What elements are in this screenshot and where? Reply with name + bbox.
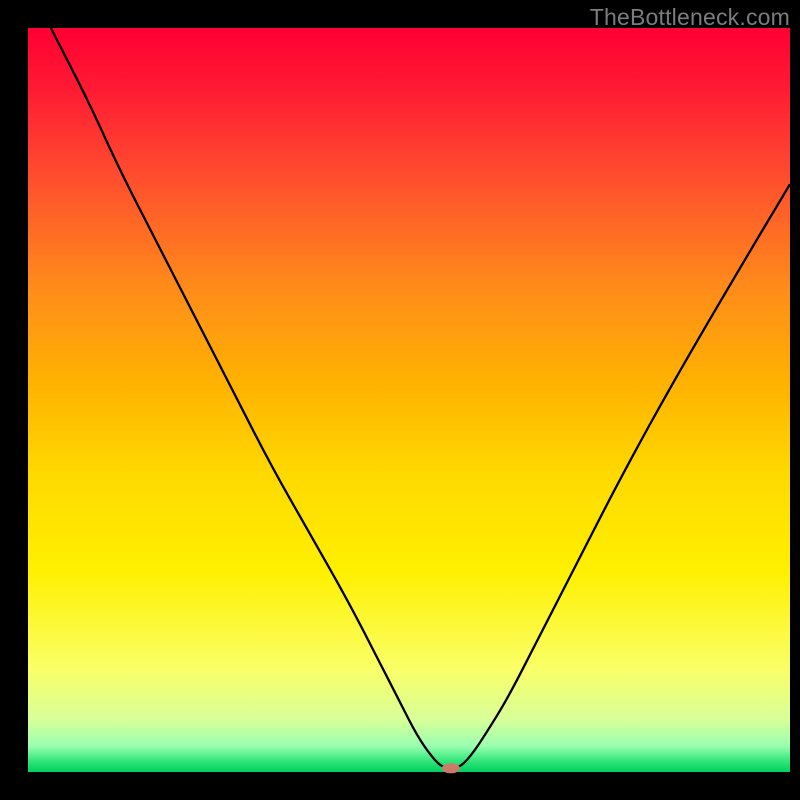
plot-area	[28, 28, 790, 772]
chart-container: TheBottleneck.com	[0, 0, 800, 800]
vertex-marker	[442, 763, 460, 773]
bottleneck-chart	[0, 0, 800, 800]
watermark-label: TheBottleneck.com	[590, 4, 790, 31]
